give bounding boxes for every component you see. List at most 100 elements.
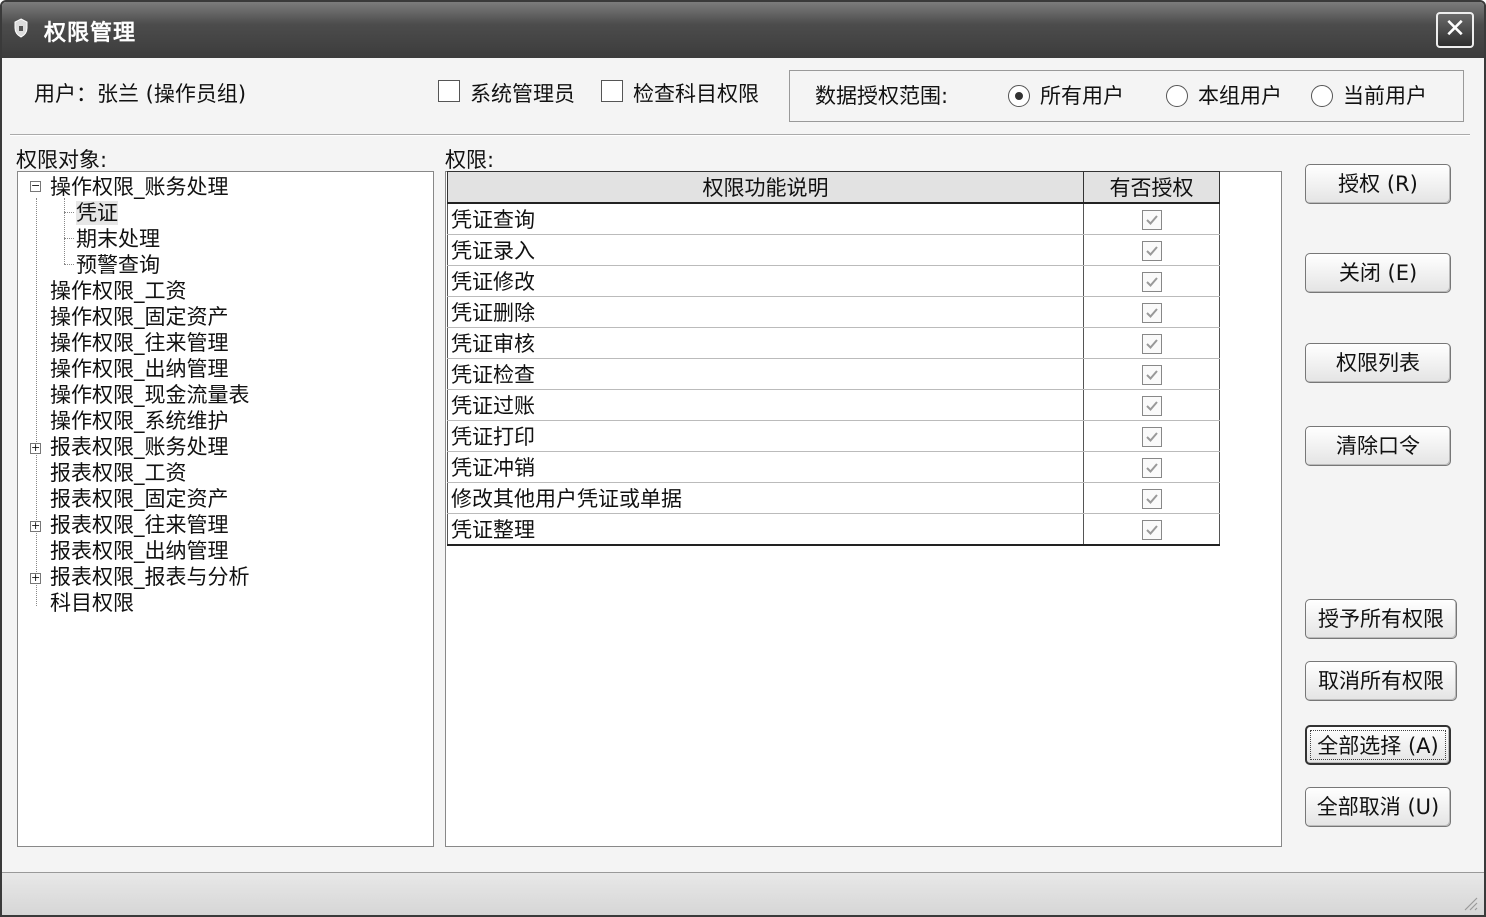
tree-item-label: 报表权限_账务处理 [50, 435, 229, 459]
permission-description-cell: 凭证过账 [447, 389, 1084, 421]
tree-item[interactable]: 预警查询 [76, 252, 160, 278]
permission-object-tree[interactable]: − 操作权限_账务处理 凭证 期末处理 预警查询 操作权限_工资 操作权限_固定… [17, 171, 434, 847]
column-header-description[interactable]: 权限功能说明 [447, 171, 1084, 204]
tree-item[interactable]: 报表权限_报表与分析 [50, 564, 250, 590]
permission-description-cell: 凭证冲销 [447, 451, 1084, 483]
tree-item[interactable]: 操作权限_系统维护 [50, 408, 229, 434]
close-button[interactable]: 关闭 (E) [1305, 253, 1451, 293]
table-row[interactable]: 凭证检查 [447, 358, 1220, 390]
scope-current-user-label: 当前用户 [1343, 84, 1427, 108]
tree-item[interactable]: 报表权限_账务处理 [50, 434, 229, 460]
subject-check-checkbox[interactable] [601, 80, 623, 102]
tree-item[interactable]: 操作权限_账务处理 [50, 174, 229, 200]
check-icon [1145, 308, 1158, 318]
tree-item-label: 科目权限 [50, 591, 134, 615]
tree-collapse-icon[interactable]: − [30, 180, 41, 192]
grid-label: 权限: [445, 148, 495, 172]
permission-granted-cell [1083, 358, 1220, 390]
table-row[interactable]: 凭证冲销 [447, 451, 1220, 483]
tree-item-label: 操作权限_工资 [50, 279, 187, 303]
grant-all-button[interactable]: 授予所有权限 [1305, 599, 1457, 639]
granted-checkbox[interactable] [1141, 272, 1162, 292]
tree-item[interactable]: 报表权限_工资 [50, 460, 187, 486]
tree-item-label: 报表权限_固定资产 [50, 487, 229, 511]
revoke-all-button[interactable]: 取消所有权限 [1305, 661, 1457, 701]
permission-grid[interactable]: 权限功能说明 有否授权 凭证查询 凭证录入 凭证修改 凭证删除 凭证审核 凭证检查 凭证过账… [447, 171, 1220, 546]
granted-checkbox[interactable] [1141, 241, 1162, 261]
tree-item[interactable]: 操作权限_往来管理 [50, 330, 229, 356]
granted-checkbox[interactable] [1141, 365, 1162, 385]
tree-item[interactable]: 操作权限_工资 [50, 278, 187, 304]
tree-connector [36, 198, 37, 606]
table-row[interactable]: 凭证录入 [447, 234, 1220, 266]
tree-connector [64, 264, 74, 265]
tree-expand-icon[interactable]: + [30, 572, 41, 584]
granted-checkbox[interactable] [1141, 334, 1162, 354]
tree-item-label: 凭证 [76, 201, 118, 225]
permission-list-button[interactable]: 权限列表 [1305, 343, 1451, 383]
check-icon [1145, 215, 1158, 225]
close-icon[interactable]: ✕ [1436, 12, 1474, 48]
scope-all-users-label: 所有用户 [1040, 84, 1124, 108]
permission-description-cell: 凭证审核 [447, 327, 1084, 359]
permission-description-cell: 凭证删除 [447, 296, 1084, 328]
tree-item-label: 报表权限_往来管理 [50, 513, 229, 537]
tree-item-label: 操作权限_账务处理 [50, 175, 229, 199]
check-icon [1145, 277, 1158, 287]
scope-group-users-label: 本组用户 [1198, 84, 1282, 108]
scope-all-users-radio[interactable] [1008, 85, 1030, 107]
tree-item[interactable]: 报表权限_往来管理 [50, 512, 229, 538]
table-row[interactable]: 凭证查询 [447, 202, 1220, 235]
tree-item-label: 报表权限_出纳管理 [50, 539, 229, 563]
granted-checkbox[interactable] [1141, 427, 1162, 447]
granted-checkbox[interactable] [1141, 489, 1162, 509]
select-all-button[interactable]: 全部选择 (A) [1305, 725, 1451, 765]
table-row[interactable]: 凭证修改 [447, 265, 1220, 297]
user-label: 用户：张兰 (操作员组) [34, 82, 247, 106]
granted-checkbox[interactable] [1141, 396, 1162, 416]
column-header-granted[interactable]: 有否授权 [1083, 171, 1220, 204]
granted-checkbox[interactable] [1141, 303, 1162, 323]
tree-expand-icon[interactable]: + [30, 442, 41, 454]
window-title: 权限管理 [44, 21, 137, 46]
table-row[interactable]: 凭证审核 [447, 327, 1220, 359]
tree-expand-icon[interactable]: + [30, 520, 41, 532]
title-bar[interactable]: 权限管理 ✕ [2, 2, 1484, 58]
tree-item-label: 预警查询 [76, 253, 160, 277]
permission-granted-cell [1083, 482, 1220, 514]
tree-item[interactable]: 操作权限_固定资产 [50, 304, 229, 330]
table-row[interactable]: 凭证整理 [447, 513, 1220, 546]
tree-item[interactable]: 操作权限_现金流量表 [50, 382, 250, 408]
sysadmin-checkbox[interactable] [438, 80, 460, 102]
table-row[interactable]: 凭证过账 [447, 389, 1220, 421]
tree-item-label: 报表权限_工资 [50, 461, 187, 485]
clear-password-button[interactable]: 清除口令 [1305, 426, 1451, 466]
granted-checkbox[interactable] [1141, 210, 1162, 230]
scope-current-user-radio[interactable] [1311, 85, 1333, 107]
tree-item[interactable]: 报表权限_出纳管理 [50, 538, 229, 564]
tree-item[interactable]: 科目权限 [50, 590, 134, 616]
check-icon [1145, 246, 1158, 256]
resize-grip-icon[interactable] [1462, 895, 1478, 911]
tree-item-label: 操作权限_往来管理 [50, 331, 229, 355]
scope-group-users-radio[interactable] [1166, 85, 1188, 107]
permission-window: 权限管理 ✕ 用户：张兰 (操作员组) 系统管理员 检查科目权限 数据授权范围:… [0, 0, 1486, 917]
grant-button[interactable]: 授权 (R) [1305, 164, 1451, 204]
table-row[interactable]: 凭证打印 [447, 420, 1220, 452]
granted-checkbox[interactable] [1141, 520, 1162, 540]
tree-item[interactable]: 期末处理 [76, 226, 160, 252]
scope-label: 数据授权范围: [815, 84, 949, 108]
table-row[interactable]: 修改其他用户凭证或单据 [447, 482, 1220, 514]
table-row[interactable]: 凭证删除 [447, 296, 1220, 328]
tree-item[interactable]: 报表权限_固定资产 [50, 486, 229, 512]
granted-checkbox[interactable] [1141, 458, 1162, 478]
tree-item-label: 操作权限_出纳管理 [50, 357, 229, 381]
permission-description-cell: 凭证录入 [447, 234, 1084, 266]
tree-item-selected[interactable]: 凭证 [76, 200, 118, 226]
app-icon [14, 18, 28, 38]
sysadmin-label: 系统管理员 [470, 82, 575, 106]
deselect-all-button[interactable]: 全部取消 (U) [1305, 787, 1451, 827]
status-bar [2, 872, 1484, 915]
tree-item[interactable]: 操作权限_出纳管理 [50, 356, 229, 382]
permission-granted-cell [1083, 265, 1220, 297]
